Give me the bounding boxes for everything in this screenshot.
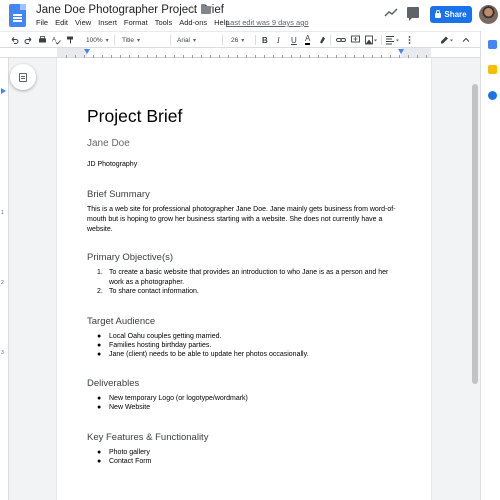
formatting-toolbar: A 100% Title Arial 26 B I U A <box>0 31 480 48</box>
section-heading[interactable]: Deliverables <box>87 378 139 389</box>
list-item-text: New Website <box>109 404 151 411</box>
zoom-select[interactable]: 100% <box>86 35 109 45</box>
paint-format-icon[interactable] <box>66 35 75 45</box>
ruler-number: 1 <box>1 210 4 216</box>
list-item[interactable]: ● New Website <box>97 403 397 413</box>
menu-bar: File Edit View Insert Format Tools Add-o… <box>36 18 230 27</box>
document-page[interactable]: Project Brief Jane Doe JD Photography Br… <box>57 58 431 500</box>
highlight-color-icon[interactable] <box>318 35 327 45</box>
paragraph-style-select[interactable]: Title <box>122 35 140 45</box>
left-indent-marker[interactable] <box>84 49 90 54</box>
menu-addons[interactable]: Add-ons <box>179 18 207 27</box>
menu-format[interactable]: Format <box>124 18 148 27</box>
lock-icon <box>435 10 442 18</box>
activity-trend-icon[interactable] <box>384 8 398 18</box>
bold-button[interactable]: B <box>262 35 268 45</box>
spellcheck-icon[interactable]: A <box>52 35 61 45</box>
vertical-ruler[interactable]: 1 2 3 <box>0 58 9 500</box>
scrollbar-thumb[interactable] <box>472 84 478 384</box>
share-label: Share <box>444 10 467 19</box>
share-button[interactable]: Share <box>430 6 472 23</box>
ruler-number: 3 <box>1 350 4 356</box>
underline-button[interactable]: U <box>291 35 297 45</box>
outline-icon <box>19 72 27 82</box>
insert-link-icon[interactable] <box>336 35 346 45</box>
list-item-text: Jane (client) needs to be able to update… <box>109 351 309 358</box>
tasks-icon[interactable] <box>488 91 497 100</box>
font-size-select[interactable]: 26 <box>231 35 244 45</box>
menu-view[interactable]: View <box>75 18 91 27</box>
document-subtitle[interactable]: Jane Doe <box>87 138 130 149</box>
section-heading[interactable]: Brief Summary <box>87 189 150 200</box>
ruler-number: 2 <box>1 280 4 286</box>
insert-image-icon[interactable] <box>365 35 377 45</box>
menu-file[interactable]: File <box>36 18 48 27</box>
more-options-icon[interactable] <box>405 35 414 45</box>
folder-icon[interactable] <box>201 4 211 14</box>
right-indent-marker[interactable] <box>398 49 404 54</box>
list-item[interactable]: 1. To create a basic website that provide… <box>97 268 397 288</box>
section-heading[interactable]: Target Audience <box>87 316 155 327</box>
redo-icon[interactable] <box>24 35 33 45</box>
collapse-toolbar-icon[interactable] <box>462 35 470 45</box>
avatar[interactable] <box>479 5 498 24</box>
list-item[interactable]: ● Contact Form <box>97 457 397 467</box>
print-icon[interactable] <box>38 35 47 45</box>
top-margin-marker[interactable] <box>1 88 6 94</box>
list-item-text: Contact Form <box>109 458 152 465</box>
list-number: 2. <box>97 288 103 295</box>
list-item-text: To create a basic website that provides … <box>109 269 389 286</box>
toolbar-divider <box>255 35 256 45</box>
toolbar-divider <box>381 35 382 45</box>
toolbar-divider <box>114 35 115 45</box>
comment-history-icon[interactable] <box>407 7 419 21</box>
bullet: ● <box>97 351 102 358</box>
side-panel <box>480 31 500 500</box>
horizontal-ruler[interactable] <box>0 48 480 58</box>
document-heading-title[interactable]: Project Brief <box>87 106 182 127</box>
keep-icon[interactable] <box>488 65 497 74</box>
font-family-select[interactable]: Arial <box>177 35 196 45</box>
section-heading[interactable]: Primary Objective(s) <box>87 252 173 263</box>
menu-edit[interactable]: Edit <box>55 18 68 27</box>
ruler-ticks <box>66 48 430 58</box>
docs-logo-icon[interactable] <box>9 4 26 27</box>
docs-header: Jane Doe Photographer Project Brief ☆ Fi… <box>0 0 500 31</box>
list-item[interactable]: ● Jane (client) needs to be able to updat… <box>97 350 397 360</box>
undo-icon[interactable] <box>10 35 19 45</box>
section-paragraph[interactable]: This is a web site for professional phot… <box>87 205 405 235</box>
menu-insert[interactable]: Insert <box>98 18 117 27</box>
section-heading[interactable]: Key Features & Functionality <box>87 432 208 443</box>
add-comment-icon[interactable] <box>351 35 360 45</box>
toolbar-divider <box>170 35 171 45</box>
document-author-line[interactable]: JD Photography <box>87 161 137 168</box>
last-edit-link[interactable]: Last edit was 9 days ago <box>226 18 309 27</box>
editing-mode-icon[interactable] <box>440 35 454 45</box>
scrollbar[interactable] <box>470 58 480 500</box>
star-icon[interactable]: ☆ <box>187 3 197 16</box>
calendar-icon[interactable] <box>488 40 497 49</box>
list-item[interactable]: 2. To share contact information. <box>97 287 397 297</box>
italic-button[interactable]: I <box>277 35 280 45</box>
toolbar-divider <box>330 35 331 45</box>
bullet: ● <box>97 458 102 465</box>
align-left-icon[interactable] <box>386 35 400 45</box>
toolbar-divider <box>222 35 223 45</box>
list-item-text: To share contact information. <box>109 288 199 295</box>
svg-text:A: A <box>52 38 56 44</box>
bullet: ● <box>97 404 102 411</box>
document-outline-button[interactable] <box>10 64 36 90</box>
menu-tools[interactable]: Tools <box>155 18 173 27</box>
text-color-button[interactable]: A <box>305 35 311 45</box>
list-number: 1. <box>97 269 103 276</box>
